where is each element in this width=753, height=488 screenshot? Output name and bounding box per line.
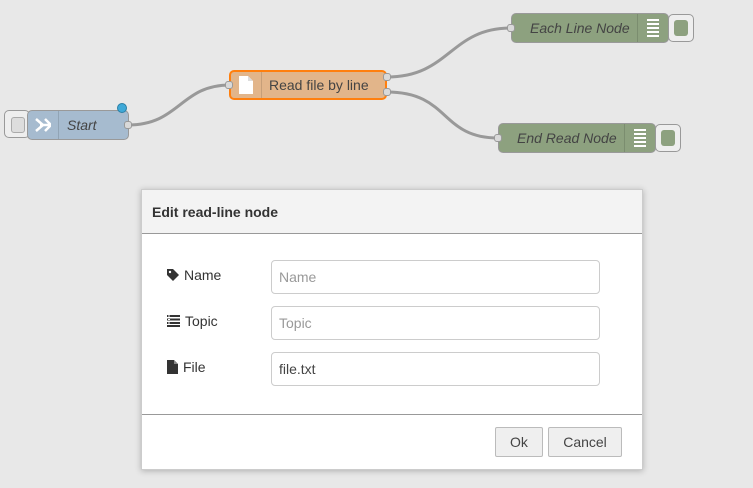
edit-node-dialog: Edit read-line node Name Topic Fi [141,189,643,470]
file-icon [231,72,262,98]
changed-indicator [117,103,127,113]
each-line-node-label: Each Line Node [530,20,630,36]
cancel-button[interactable]: Cancel [548,427,622,457]
topic-list-icon [167,315,180,327]
file-icon [167,360,178,374]
file-input[interactable] [271,352,600,386]
read-file-input-port[interactable] [225,81,233,89]
wire-start-to-read[interactable] [127,83,231,127]
start-node[interactable]: Start [27,110,129,140]
end-read-node[interactable]: End Read Node [498,123,656,153]
file-row: File [142,352,642,386]
name-label: Name [167,267,221,283]
list-lines-icon [624,124,655,152]
topic-input[interactable] [271,306,600,340]
topic-row: Topic [142,306,642,340]
dialog-footer: Ok Cancel [142,414,642,470]
start-output-port[interactable] [124,121,132,129]
tag-icon [167,269,179,281]
name-row: Name [142,260,642,294]
arrow-in-icon [28,111,59,139]
start-node-label: Start [67,117,97,133]
wire-read-to-end-read[interactable] [386,90,499,140]
each-line-debug-toggle[interactable] [668,14,694,42]
file-label: File [167,359,206,375]
read-file-output-port-1[interactable] [383,73,391,81]
name-input[interactable] [271,260,600,294]
wire-read-to-each-line[interactable] [386,26,512,79]
read-file-output-port-2[interactable] [383,88,391,96]
end-read-node-label: End Read Node [517,130,617,146]
topic-label: Topic [167,313,218,329]
each-line-node[interactable]: Each Line Node [511,13,669,43]
ok-button[interactable]: Ok [495,427,543,457]
read-file-node[interactable]: Read file by line [229,70,387,100]
read-file-node-label: Read file by line [269,77,369,93]
dialog-title: Edit read-line node [142,190,642,234]
each-line-input-port[interactable] [507,24,515,32]
end-read-debug-toggle[interactable] [655,124,681,152]
list-lines-icon [637,14,668,42]
end-read-input-port[interactable] [494,134,502,142]
